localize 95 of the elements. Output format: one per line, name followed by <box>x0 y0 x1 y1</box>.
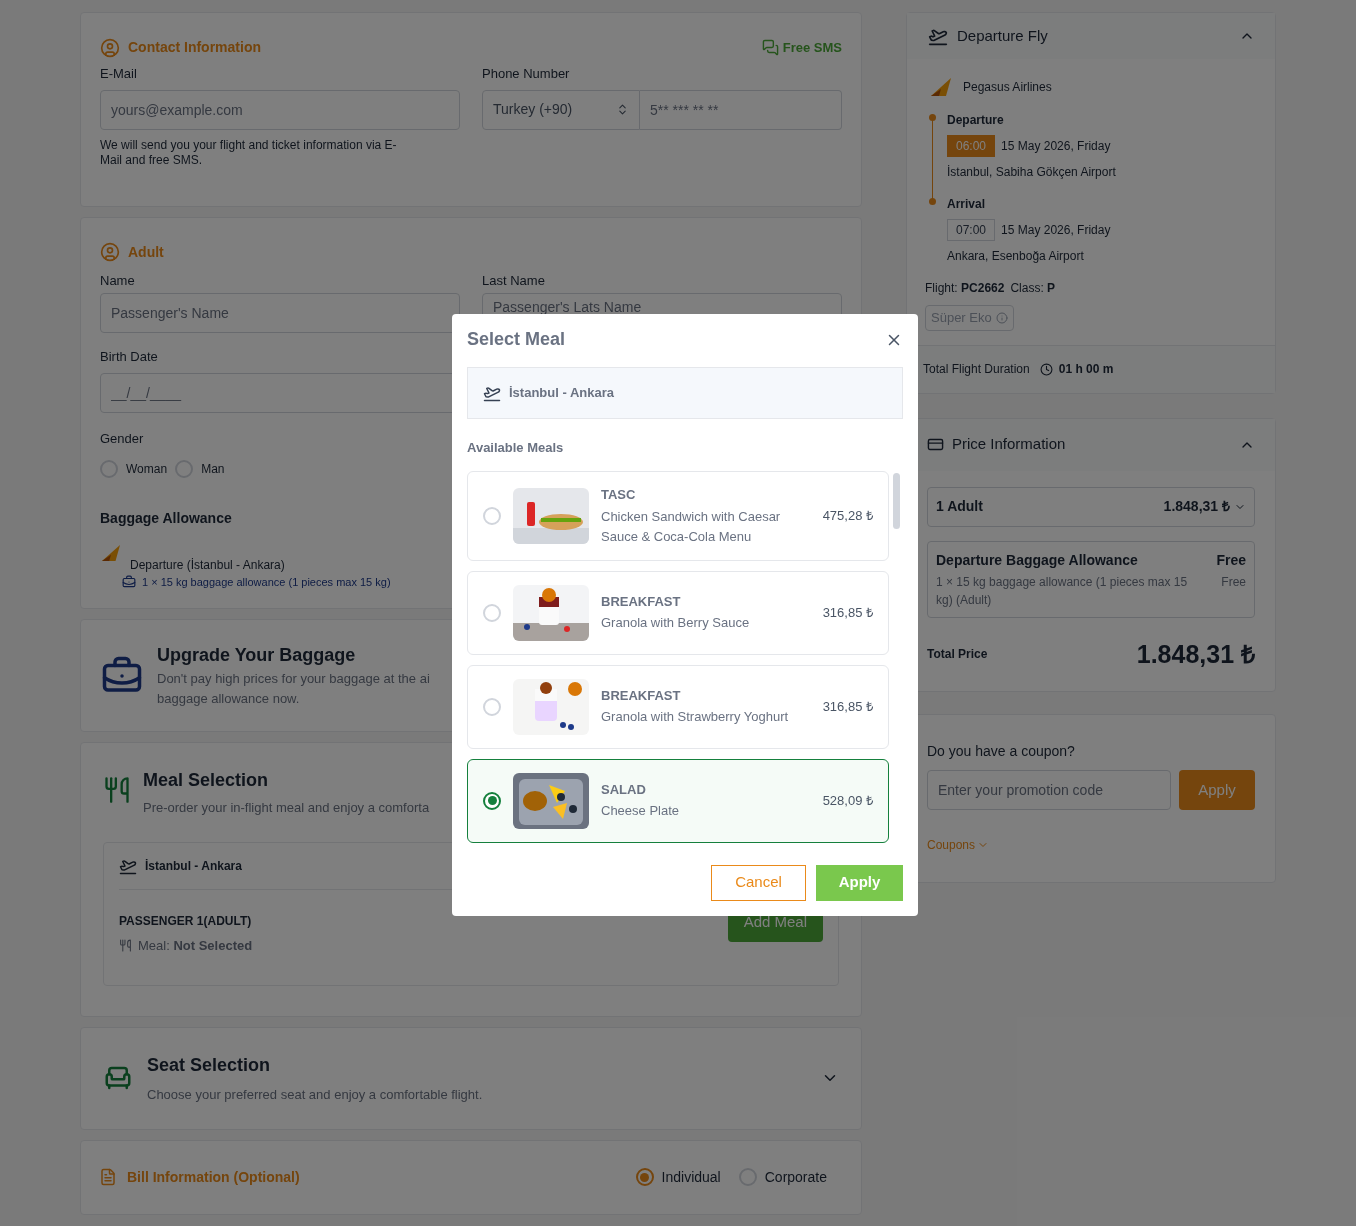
total-label: Total Price <box>927 646 988 664</box>
meal-category: TASC <box>601 486 637 504</box>
coupons-link[interactable]: Coupons <box>927 836 990 854</box>
airline-name: Pegasus Airlines <box>963 79 1052 96</box>
country-select[interactable]: Turkey (+90) <box>482 89 640 130</box>
radio-button[interactable] <box>483 791 501 810</box>
section-text: Don't pay high prices for your baggage at the ai <box>157 670 430 688</box>
stop-date: 15 May 2026, Friday <box>1001 222 1111 239</box>
meal-option[interactable]: BREAKFAST Granola with Berry Sauce 316,85 ₺ <box>467 570 889 655</box>
meal-option[interactable]: BREAKFAST Granola with Strawberry Yoghurt 316,85 ₺ <box>467 664 889 749</box>
list-title: Available Meals <box>467 439 564 457</box>
section-title: Upgrade Your Baggage <box>157 644 357 667</box>
meal-price: 475,28 ₺ <box>822 507 873 525</box>
route-label: İstanbul - Ankara <box>509 384 614 403</box>
flight-class: Class: P <box>1010 280 1056 297</box>
chat-icon <box>761 39 779 56</box>
email-field[interactable]: yours@example.com <box>100 89 460 130</box>
duration-label: Total Flight Duration <box>923 361 1030 378</box>
airline-logo-icon <box>100 543 122 562</box>
section-title: Seat Selection <box>147 1054 272 1077</box>
apply-button[interactable]: Apply <box>1179 770 1255 810</box>
coupon-question: Do you have a coupon? <box>927 742 1076 761</box>
section-text: Choose your preferred seat and enjoy a comfortable flight. <box>147 1086 484 1104</box>
name-field[interactable]: Passenger's Name <box>100 293 460 333</box>
phone-field[interactable]: 5** *** ** ** <box>640 89 842 130</box>
meal-category: BREAKFAST <box>601 592 682 611</box>
clock-icon <box>1039 362 1053 376</box>
meal-name: Cheese Plate <box>601 802 681 821</box>
field-label: E-Mail <box>100 65 138 83</box>
passenger-label: PASSENGER 1(ADULT) <box>119 912 253 930</box>
apply-button[interactable]: Apply <box>816 864 903 901</box>
coupon-field[interactable]: Enter your promotion code <box>927 770 1171 810</box>
stop-date: 15 May 2026, Friday <box>1001 138 1111 155</box>
baggage-detail: 1 × 15 kg baggage allowance (1 pieces max 15 kg) <box>142 574 391 590</box>
meal-price: 528,09 ₺ <box>822 791 873 810</box>
meal-category: BREAKFAST <box>601 686 682 705</box>
field-label: Last Name <box>482 271 546 290</box>
section-title: Adult <box>128 242 164 262</box>
passenger-price-row[interactable]: 1 Adult 1.848,31 ₺ <box>927 486 1255 527</box>
radio-button[interactable] <box>635 1168 654 1186</box>
utensils-icon <box>103 775 131 805</box>
credit-card-icon <box>927 436 944 453</box>
section-title: Meal Selection <box>143 769 270 792</box>
meal-option[interactable]: TASC Chicken Sandwich with Caesar Sauce & Coca-Cola Menu 475,28 ₺ <box>467 471 889 561</box>
meal-price: 316,85 ₺ <box>822 697 873 716</box>
extra-title: Departure Baggage Allowance <box>936 550 1138 570</box>
document-icon <box>99 1167 117 1187</box>
utensils-icon <box>119 938 132 952</box>
meal-name: Granola with Berry Sauce <box>601 614 751 633</box>
stop-label: Arrival <box>947 196 987 213</box>
time-badge: 07:00 <box>947 219 996 241</box>
field-label: Birth Date <box>100 348 159 366</box>
duration-value: 01 h 00 m <box>1058 361 1114 378</box>
meal-option[interactable]: SALAD Cheese Plate 528,09 ₺ <box>467 758 889 843</box>
baggage-route: Departure (İstanbul - Ankara) <box>130 556 286 574</box>
airline-logo-icon <box>929 77 953 97</box>
total-price: 1.848,31 ₺ <box>1136 638 1255 670</box>
info-icon[interactable] <box>995 311 1008 324</box>
section-text: Pre-order your in-flight meal and enjoy a comforta <box>143 799 430 817</box>
route-label: İstanbul - Ankara <box>145 857 242 875</box>
suitcase-icon <box>122 574 136 589</box>
extra-detail-price: Free <box>1221 573 1246 591</box>
extra-detail: 1 × 15 kg baggage allowance (1 pieces max 15 kg) (Adult) <box>936 573 1189 609</box>
radio-label: Woman <box>126 460 168 478</box>
meal-status: Meal: Not Selected <box>138 936 253 955</box>
meal-category: SALAD <box>601 780 647 799</box>
airport-name: Ankara, Esenboğa Airport <box>947 248 1085 265</box>
cancel-button[interactable]: Cancel <box>711 864 806 901</box>
field-label: Phone Number <box>482 65 571 83</box>
extra-price: Free <box>1216 550 1246 570</box>
subsection-title: Baggage Allowance <box>100 508 232 528</box>
radio-label: Individual <box>661 1167 721 1187</box>
flight-number: Flight: PC2662 <box>925 280 1005 297</box>
info-text: We will send you your flight and ticket information via E-Mail and free SMS. <box>100 137 398 168</box>
airport-name: İstanbul, Sabiha Gökçen Airport <box>947 164 1117 181</box>
panel-title: Departure Fly <box>957 25 1048 46</box>
plane-icon <box>483 384 501 402</box>
section-title: Bill Information (Optional) <box>127 1167 300 1187</box>
radio-label: Man <box>201 460 225 478</box>
radio-label: Corporate <box>764 1167 827 1187</box>
meal-name: Granola with Strawberry Yoghurt <box>601 708 790 727</box>
user-icon <box>100 242 120 262</box>
section-title: Contact Information <box>128 38 261 57</box>
section-text: baggage allowance now. <box>157 690 301 708</box>
meal-name: Chicken Sandwich with Caesar Sauce & Coca-Cola Menu <box>601 507 782 546</box>
scrollbar-thumb[interactable] <box>893 473 900 529</box>
stop-label: Departure <box>947 112 1005 129</box>
panel-title: Price Information <box>952 434 1066 455</box>
time-badge: 06:00 <box>947 135 996 157</box>
user-icon <box>100 37 120 58</box>
field-label: Gender <box>100 429 144 448</box>
meal-price: 316,85 ₺ <box>822 603 873 622</box>
sort-icon <box>616 103 629 116</box>
field-label: Name <box>100 271 136 290</box>
free-sms-label: Free SMS <box>782 38 842 57</box>
